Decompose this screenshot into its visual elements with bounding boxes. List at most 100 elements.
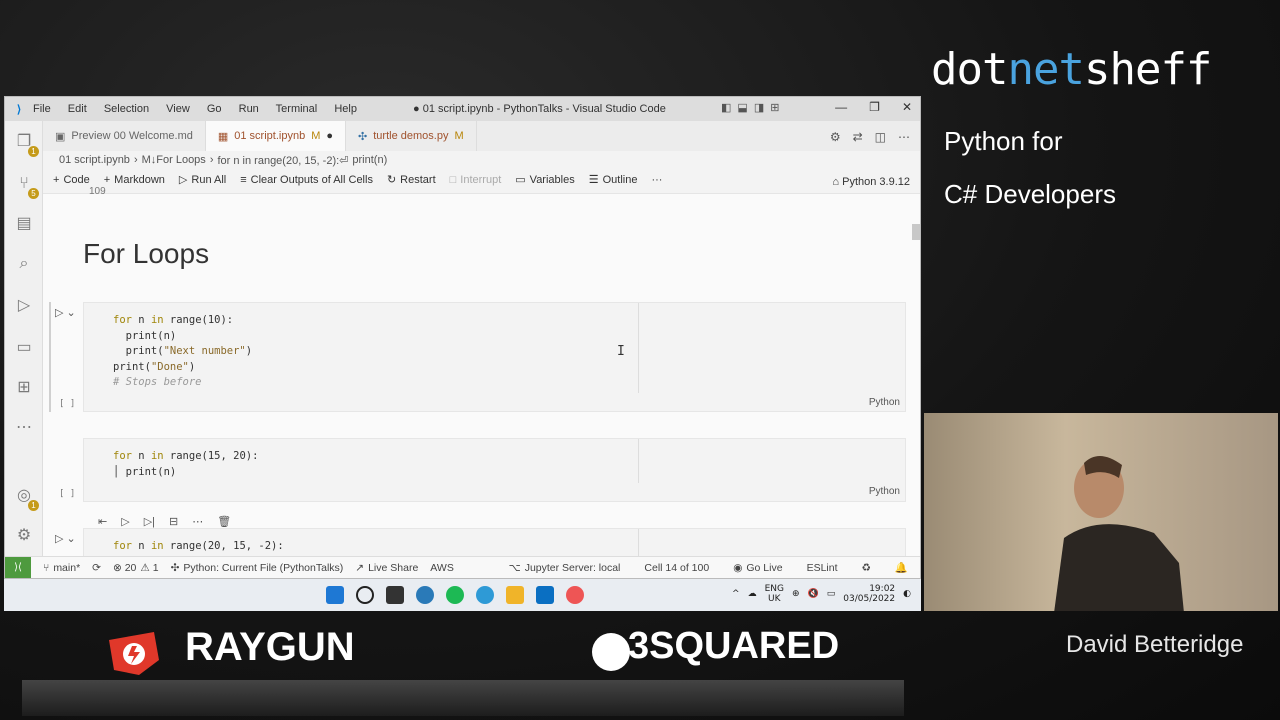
warnings-count: ⚠ 1 <box>140 561 159 574</box>
run-cell-icon[interactable]: ▷ <box>121 515 129 528</box>
account-badge: 1 <box>28 500 39 511</box>
chevron-up-icon[interactable]: ^ <box>732 589 740 599</box>
restore-icon[interactable]: ❐ <box>869 100 880 114</box>
run-cell-button[interactable]: ▷ ⌄ <box>55 306 76 319</box>
gear-icon[interactable]: ⚙ <box>830 130 841 144</box>
menu-selection[interactable]: Selection <box>104 103 149 115</box>
add-code-cell-button[interactable]: + Code <box>53 174 90 186</box>
breadcrumb-line[interactable]: print(n) <box>352 154 387 167</box>
status-right: ⌥ Jupyter Server: local Cell 14 of 100 ◉ G… <box>497 561 908 575</box>
go-live-button[interactable]: ◉ Go Live <box>733 561 782 574</box>
more-toolbar-button[interactable]: ··· <box>651 174 662 186</box>
edge-dev-icon[interactable] <box>476 586 494 604</box>
stage: dotnetsheff Python for C# Developers ⟩ F… <box>0 0 1280 720</box>
code-cell[interactable]: for n in range(10): print(n) print("Next… <box>83 302 906 412</box>
sync-button[interactable]: ⟳ <box>92 562 101 574</box>
more-actions-icon[interactable]: ⋯ <box>898 130 910 144</box>
code-cell[interactable]: for n in range(15, 20): │ print(n) Pytho… <box>83 438 906 502</box>
more-views-icon[interactable]: ⋯ <box>13 417 35 439</box>
slack-icon[interactable] <box>566 586 584 604</box>
globe-icon[interactable]: ⊕ <box>792 589 800 599</box>
interpreter-status[interactable]: ✣ Python: Current File (PythonTalks) <box>171 562 344 574</box>
run-debug-icon[interactable]: ▷ <box>13 295 35 317</box>
menu-edit[interactable]: Edit <box>68 103 87 115</box>
problems-status[interactable]: ⊗ 20 ⚠ 1 <box>113 562 159 574</box>
feedback-icon[interactable]: ♻ <box>862 561 871 574</box>
more-icon[interactable]: ⋯ <box>192 515 203 528</box>
settings-gear-icon[interactable]: ⚙ <box>13 525 35 547</box>
breadcrumb-section[interactable]: M↓For Loops <box>142 154 206 167</box>
vscode-icon[interactable] <box>536 586 554 604</box>
open-changes-icon[interactable]: ⇄ <box>853 130 863 144</box>
run-all-button[interactable]: ▷ Run All <box>179 173 226 187</box>
scrollbar-thumb[interactable] <box>912 224 920 240</box>
eslint-status[interactable]: ESLint <box>807 561 838 574</box>
kernel-picker[interactable]: ⌂ Python 3.9.12 <box>832 176 910 188</box>
aws-status[interactable]: AWS <box>430 562 454 574</box>
unsaved-dot-icon[interactable]: ● <box>326 130 333 142</box>
notebook-outline-icon[interactable]: ▤ <box>13 213 35 235</box>
breadcrumb-file[interactable]: 01 script.ipynb <box>59 154 130 167</box>
edge-icon[interactable] <box>416 586 434 604</box>
remote-explorer-icon[interactable]: ▭ <box>13 337 35 359</box>
run-cell-button[interactable]: ▷ ⌄ <box>55 532 76 545</box>
variables-button[interactable]: ▭ Variables <box>515 173 574 187</box>
cloud-icon[interactable]: ☁ <box>748 589 757 599</box>
cell-position[interactable]: Cell 14 of 100 <box>644 561 709 574</box>
cell-language[interactable]: Python <box>869 397 900 408</box>
clock[interactable]: 19:02 03/05/2022 <box>843 584 895 604</box>
menu-run[interactable]: Run <box>239 103 259 115</box>
outline-button[interactable]: ☰ Outline <box>589 173 638 187</box>
notifications-icon[interactable]: 🔔 <box>895 561 908 574</box>
toggle-sidebar-icon[interactable]: ◧ <box>721 101 731 114</box>
run-below-icon[interactable]: ▷| <box>144 515 155 528</box>
label: Jupyter Server: local <box>524 561 621 574</box>
tab-turtle-demos[interactable]: ✣ turtle demos.py M <box>346 121 477 151</box>
jupyter-server-status[interactable]: ⌥ Jupyter Server: local <box>509 561 621 574</box>
stop-icon: □ <box>449 173 457 186</box>
menu-go[interactable]: Go <box>207 103 222 115</box>
tab-script-notebook[interactable]: ▦ 01 script.ipynb M ● <box>205 121 347 151</box>
menu-terminal[interactable]: Terminal <box>276 103 318 115</box>
extensions-icon[interactable]: ⊞ <box>13 377 35 399</box>
toggle-panel-icon[interactable]: ⬓ <box>737 101 747 114</box>
customize-layout-icon[interactable]: ⊞ <box>770 101 779 114</box>
run-above-icon[interactable]: ⇤ <box>98 515 107 528</box>
tab-label: turtle demos.py <box>373 130 449 142</box>
cell-language[interactable]: Python <box>869 486 900 497</box>
tab-welcome-preview[interactable]: ▣ Preview 00 Welcome.md <box>43 121 206 151</box>
search-icon[interactable] <box>356 586 374 604</box>
language-indicator[interactable]: ENG UK <box>765 584 784 604</box>
account-icon[interactable]: ◎ 1 <box>13 485 39 511</box>
breadcrumb-cell[interactable]: for n in range(20, 15, -2):⏎ <box>217 154 348 167</box>
kernel-label: Python 3.9.12 <box>842 176 910 188</box>
explorer-icon[interactable]: ❐ 1 <box>13 131 39 157</box>
interrupt-button[interactable]: □ Interrupt <box>450 174 502 186</box>
terminal-icon[interactable] <box>386 586 404 604</box>
clear-outputs-button[interactable]: ≡ Clear Outputs of All Cells <box>240 174 373 186</box>
toggle-secondary-sidebar-icon[interactable]: ◨ <box>754 101 764 114</box>
split-editor-icon[interactable]: ◫ <box>875 130 886 144</box>
notification-icon[interactable]: ◐ <box>903 589 911 599</box>
source-control-icon[interactable]: ⑂ 5 <box>13 173 39 199</box>
mute-icon[interactable]: 🔇 <box>808 589 819 599</box>
menu-view[interactable]: View <box>166 103 190 115</box>
start-icon[interactable] <box>326 586 344 604</box>
remote-indicator-icon[interactable]: ⟩⟨ <box>5 556 31 578</box>
close-icon[interactable]: ✕ <box>902 100 912 114</box>
branch-status[interactable]: ⑂ main* <box>43 562 80 574</box>
add-markdown-cell-button[interactable]: + Markdown <box>104 174 165 186</box>
minimize-icon[interactable]: — <box>835 100 847 114</box>
notebook-editor[interactable]: 109 For Loops ▷ ⌄ [ ] for n in range(10)… <box>43 186 920 569</box>
menu-help[interactable]: Help <box>334 103 357 115</box>
spotify-icon[interactable] <box>446 586 464 604</box>
delete-icon[interactable]: 🗑 <box>217 515 231 528</box>
label: Markdown <box>114 173 165 186</box>
battery-icon[interactable]: ▭ <box>827 589 836 599</box>
restart-button[interactable]: ↻ Restart <box>387 173 436 187</box>
live-share-button[interactable]: ↗ Live Share <box>355 562 418 574</box>
search-icon[interactable]: ⌕ <box>13 253 35 275</box>
file-explorer-icon[interactable] <box>506 586 524 604</box>
menu-file[interactable]: File <box>33 103 51 115</box>
split-cell-icon[interactable]: ⊟ <box>169 515 178 528</box>
